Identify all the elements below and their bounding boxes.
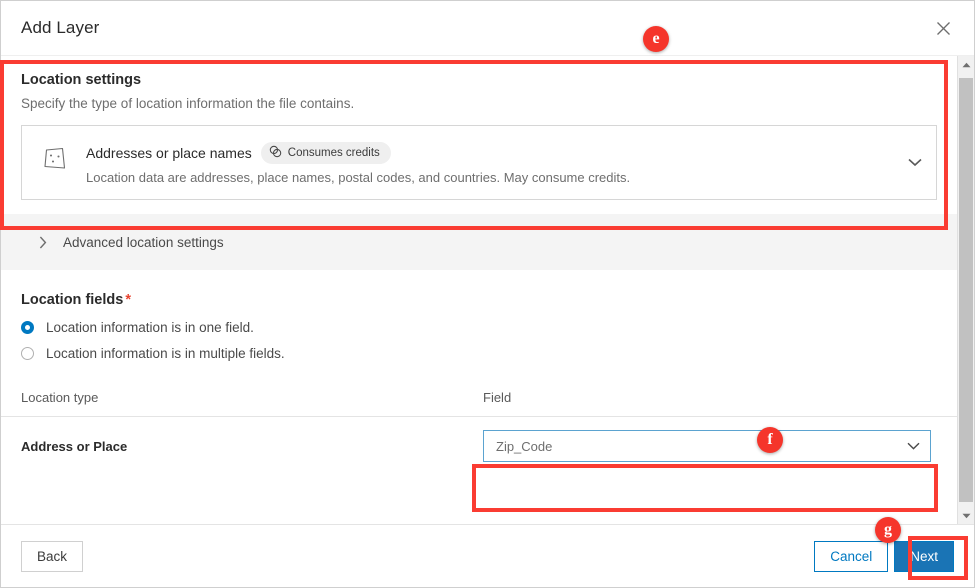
location-fields-heading: Location fields * <box>21 292 937 308</box>
location-type-name: Addresses or place names <box>86 145 252 161</box>
column-header-location-type: Location type <box>21 390 99 405</box>
annotation-badge-f: f <box>757 427 783 453</box>
location-fields-heading-text: Location fields <box>21 292 124 308</box>
consumes-credits-label: Consumes credits <box>287 147 380 159</box>
close-icon[interactable] <box>928 13 958 43</box>
scroll-up-arrow-icon[interactable] <box>958 56 974 73</box>
vertical-scrollbar[interactable] <box>957 56 974 524</box>
required-marker: * <box>125 292 131 308</box>
column-header-field: Field <box>483 390 512 405</box>
dialog-title: Add Layer <box>21 18 100 37</box>
credits-coins-icon <box>269 145 282 161</box>
radio-label-one-field: Location information is in one field. <box>46 320 254 335</box>
field-select-zip-code[interactable]: Zip_Code <box>483 430 931 462</box>
consumes-credits-badge: Consumes credits <box>260 142 391 164</box>
table-row: Address or Place Zip_Code <box>1 417 957 475</box>
dialog-body: Location settings Specify the type of lo… <box>1 56 974 524</box>
radio-label-multiple-fields: Location information is in multiple fiel… <box>46 346 285 361</box>
next-button[interactable]: Next <box>894 540 954 572</box>
back-button[interactable]: Back <box>21 540 84 572</box>
radio-button-multiple-fields[interactable] <box>21 347 34 360</box>
chevron-down-icon[interactable] <box>907 442 920 450</box>
location-settings-description: Specify the type of location information… <box>21 96 355 111</box>
advanced-location-settings-band: Advanced location settings <box>1 214 957 270</box>
polygon-map-icon <box>38 144 72 174</box>
cell-location-type: Address or Place <box>21 438 128 454</box>
footer-actions: Cancel Next <box>814 540 954 572</box>
annotation-badge-e: e <box>643 26 669 52</box>
chevron-right-icon <box>39 236 47 249</box>
table-header-row: Location type Field <box>1 379 957 417</box>
scrollbar-thumb[interactable] <box>959 78 973 502</box>
advanced-location-settings-toggle[interactable]: Advanced location settings <box>21 235 224 250</box>
location-fields-section: Location fields * Location information is… <box>1 270 957 361</box>
dialog-content: Location settings Specify the type of lo… <box>1 56 957 524</box>
annotation-badge-g: g <box>875 517 901 543</box>
advanced-location-settings-label: Advanced location settings <box>63 234 224 250</box>
location-type-selector[interactable]: Addresses or place names Consumes credit… <box>21 125 937 200</box>
cell-field: Zip_Code <box>483 430 937 462</box>
cancel-button[interactable]: Cancel <box>814 540 889 572</box>
location-settings-heading: Location settings <box>21 72 142 88</box>
dialog-footer: Back Cancel Next <box>1 524 974 587</box>
location-type-title-row: Addresses or place names Consumes credit… <box>86 142 922 164</box>
location-type-description: Location data are addresses, place names… <box>86 170 631 185</box>
location-settings-section: Location settings Specify the type of lo… <box>1 56 957 214</box>
location-fields-table: Location type Field Address or Place Zip… <box>1 379 957 475</box>
field-select-value: Zip_Code <box>496 438 553 454</box>
radio-option-one-field[interactable]: Location information is in one field. <box>21 320 937 335</box>
radio-option-multiple-fields[interactable]: Location information is in multiple fiel… <box>21 346 937 361</box>
dialog-header: Add Layer <box>1 1 974 56</box>
chevron-down-icon[interactable] <box>908 154 922 172</box>
add-layer-dialog: Add Layer Location settings Specify the … <box>0 0 975 588</box>
location-type-text: Addresses or place names Consumes credit… <box>86 140 922 185</box>
radio-button-one-field[interactable] <box>21 321 34 334</box>
scroll-down-arrow-icon[interactable] <box>958 507 974 524</box>
